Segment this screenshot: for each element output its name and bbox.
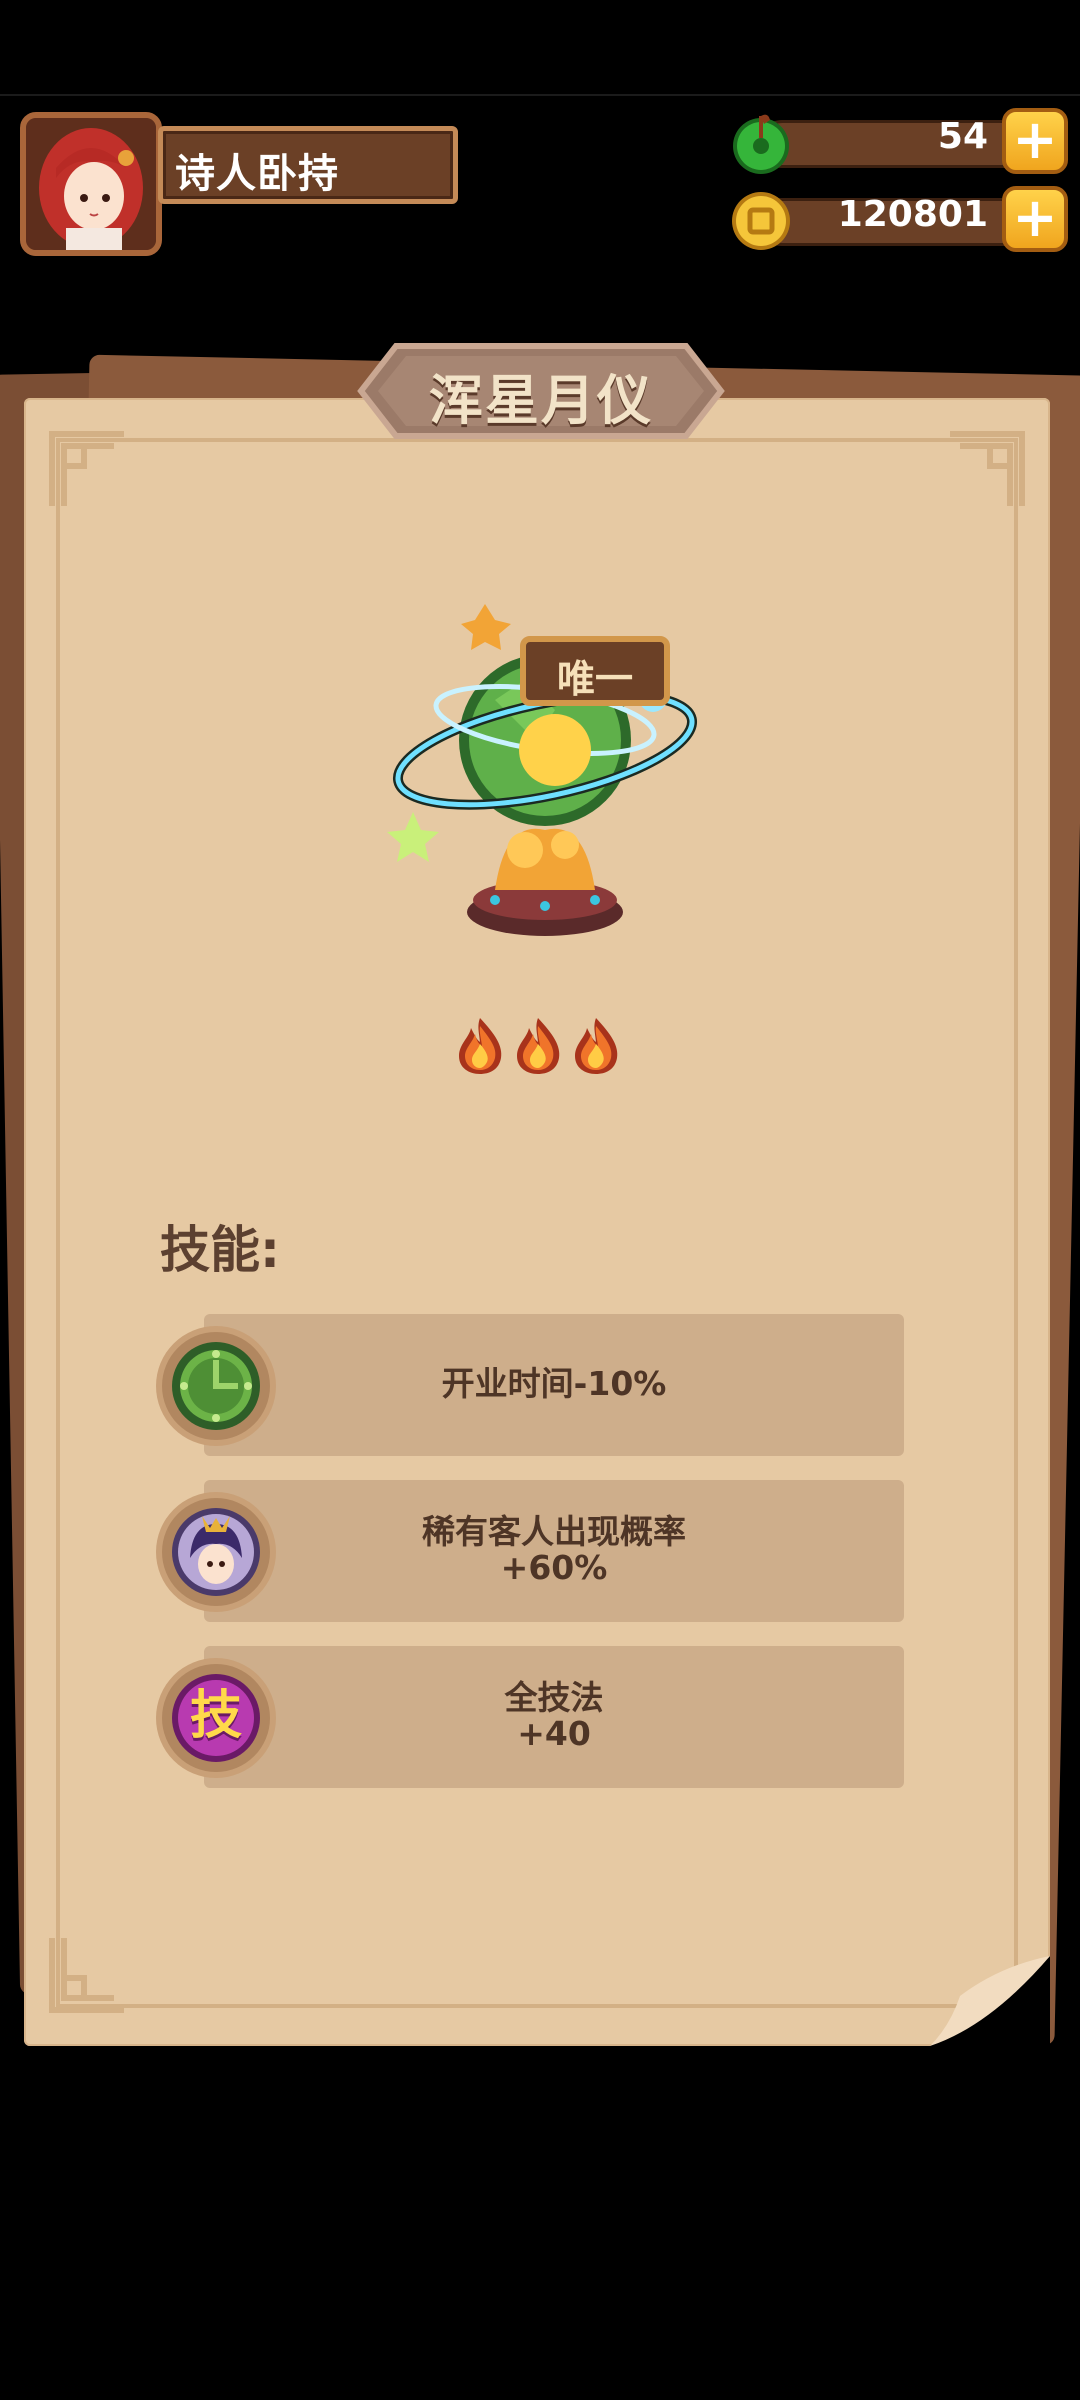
rating-flames	[455, 1016, 635, 1076]
player-name: 诗人卧持	[175, 151, 339, 197]
skill-row: 开业时间-10%	[162, 1314, 904, 1458]
skill-text-line2: +40	[517, 1714, 591, 1753]
divider	[0, 94, 1080, 96]
coin-amount: 120801	[837, 194, 988, 235]
player-avatar[interactable]	[20, 112, 162, 256]
skills-label: 技能:	[160, 1221, 280, 1279]
red-hair-girl-avatar-icon	[26, 118, 156, 250]
skill-row: 全技法 +40 技	[162, 1646, 904, 1790]
corner-ornament-icon	[49, 1938, 124, 2013]
item-title: 浑星月仪	[429, 369, 653, 432]
add-jade-button[interactable]: +	[1002, 108, 1068, 174]
skill-row: 稀有客人出现概率 +60%	[162, 1480, 904, 1624]
skill-icon-wrap	[162, 1332, 270, 1440]
flame-icon	[575, 1018, 618, 1074]
clock-icon	[172, 1342, 260, 1430]
skill-badge-char: 技	[189, 1686, 242, 1746]
unique-tag: 唯一	[520, 636, 670, 706]
green-jade-icon	[733, 114, 789, 174]
jade-amount: 54	[937, 116, 988, 157]
skill-icon-wrap: 技	[162, 1664, 270, 1772]
skill-text: 开业时间-10%	[441, 1364, 667, 1403]
corner-ornament-icon	[950, 431, 1025, 506]
unique-label: 唯一	[556, 657, 633, 701]
skill-icon-wrap	[162, 1498, 270, 1606]
name-plate: 诗人卧持	[158, 126, 458, 204]
skill-text-line1: 稀有客人出现概率	[422, 1512, 686, 1551]
skill-text-line1: 全技法	[504, 1678, 604, 1717]
flame-icon	[517, 1018, 560, 1074]
corner-ornament-icon	[49, 431, 124, 506]
currency-coins: 120801 +	[728, 186, 1068, 252]
page-fold-icon	[930, 1956, 1050, 2046]
gold-coin-icon	[732, 192, 790, 250]
currency-jade: 54 +	[728, 108, 1068, 174]
skill-text-line2: +60%	[500, 1548, 608, 1587]
flame-icon	[459, 1018, 502, 1074]
customer-portrait-icon	[172, 1508, 260, 1596]
game-screen: 诗人卧持 54 + 120801 + 浑星月仪 唯一 技能: 开业时间-10% …	[0, 0, 1080, 2400]
add-coins-button[interactable]: +	[1002, 186, 1068, 252]
